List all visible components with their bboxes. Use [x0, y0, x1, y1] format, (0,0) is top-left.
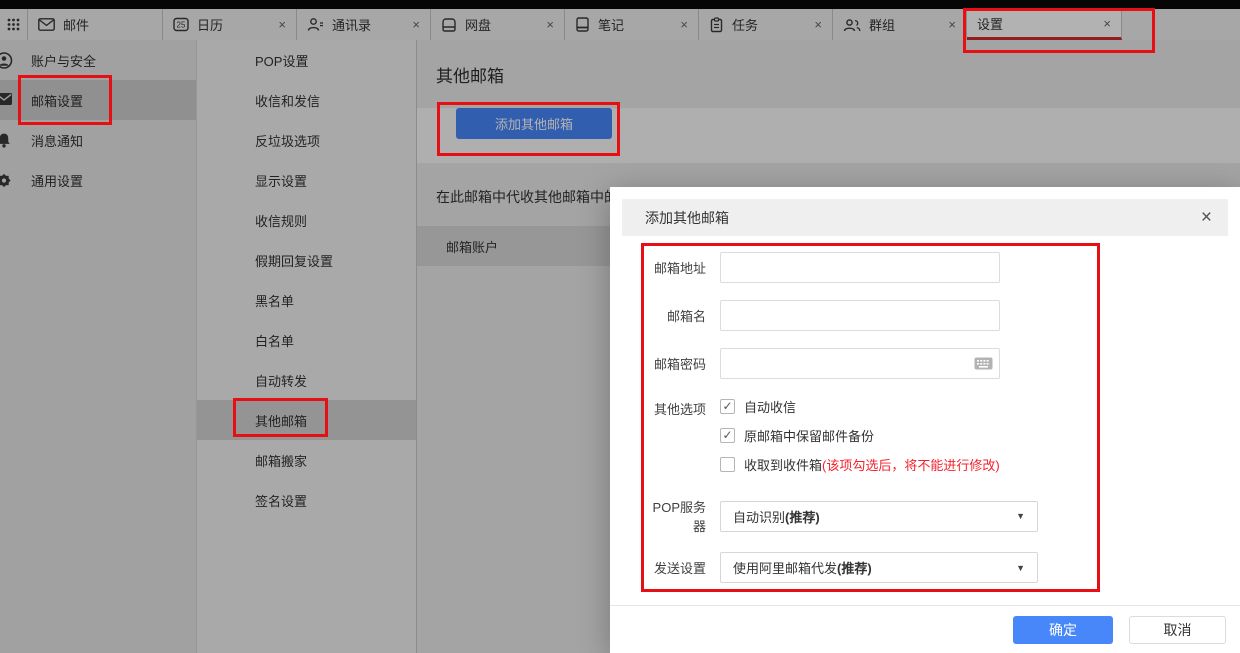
receive-to-inbox-checkbox[interactable]: [720, 457, 735, 472]
email-address-row: 邮箱地址: [644, 252, 1240, 283]
mailbox-name-row: 邮箱名: [644, 300, 1240, 331]
password-row: 邮箱密码: [644, 348, 1240, 379]
chevron-down-icon: ▼: [1016, 511, 1025, 521]
email-address-input[interactable]: [721, 253, 999, 282]
keyboard-icon[interactable]: [974, 357, 993, 370]
select-value-suffix: (推荐): [785, 507, 820, 526]
option-warning-note: (该项勾选后，将不能进行修改): [822, 455, 1000, 474]
dialog-footer: 确定 取消: [610, 605, 1240, 653]
select-value: 使用阿里邮箱代发: [733, 558, 837, 577]
cancel-button[interactable]: 取消: [1129, 616, 1226, 644]
field-label: 邮箱地址: [644, 258, 706, 277]
close-icon[interactable]: ×: [1201, 208, 1212, 227]
password-input[interactable]: [721, 349, 999, 378]
dialog-header: 添加其他邮箱 ×: [622, 199, 1228, 236]
field-label: 邮箱密码: [644, 354, 706, 373]
option-label: 收取到收件箱: [744, 455, 822, 474]
app-window: 邮件 25 日历 × 通讯录 × 网盘 × 笔: [0, 0, 1240, 653]
mailbox-name-field-box: [720, 300, 1000, 331]
options-list: ✓ 自动收信 ✓ 原邮箱中保留邮件备份 收取到收件箱 (该项勾选后，将不能进行修…: [720, 396, 1000, 474]
other-options-row: 其他选项 ✓ 自动收信 ✓ 原邮箱中保留邮件备份 收取到收件箱 (该项勾选后，将…: [644, 396, 1240, 474]
field-label: POP服务器: [644, 497, 706, 535]
option-label: 原邮箱中保留邮件备份: [744, 426, 874, 445]
send-settings-select[interactable]: 使用阿里邮箱代发 (推荐) ▼: [720, 552, 1038, 583]
field-label: 邮箱名: [644, 306, 706, 325]
select-value-suffix: (推荐): [837, 558, 872, 577]
pop-server-select[interactable]: 自动识别 (推荐) ▼: [720, 501, 1038, 532]
field-label: 其他选项: [644, 399, 706, 418]
auto-receive-checkbox[interactable]: ✓: [720, 399, 735, 414]
chevron-down-icon: ▼: [1016, 563, 1025, 573]
dialog-title: 添加其他邮箱: [622, 208, 729, 228]
mailbox-name-input[interactable]: [721, 301, 999, 330]
send-settings-row: 发送设置 使用阿里邮箱代发 (推荐) ▼: [644, 552, 1240, 583]
dialog-body: 邮箱地址 邮箱名 邮箱密码: [610, 236, 1240, 583]
option-receive-to-inbox: 收取到收件箱 (该项勾选后，将不能进行修改): [720, 454, 1000, 474]
keep-backup-checkbox[interactable]: ✓: [720, 428, 735, 443]
select-value: 自动识别: [733, 507, 785, 526]
confirm-button[interactable]: 确定: [1013, 616, 1113, 644]
password-field-box: [720, 348, 1000, 379]
email-address-field-box: [720, 252, 1000, 283]
add-mailbox-dialog: 添加其他邮箱 × 邮箱地址 邮箱名 邮箱密码: [610, 187, 1240, 653]
option-auto-receive: ✓ 自动收信: [720, 396, 1000, 416]
field-label: 发送设置: [644, 558, 706, 577]
option-label: 自动收信: [744, 397, 796, 416]
pop-server-row: POP服务器 自动识别 (推荐) ▼: [644, 497, 1240, 535]
option-keep-backup: ✓ 原邮箱中保留邮件备份: [720, 425, 1000, 445]
